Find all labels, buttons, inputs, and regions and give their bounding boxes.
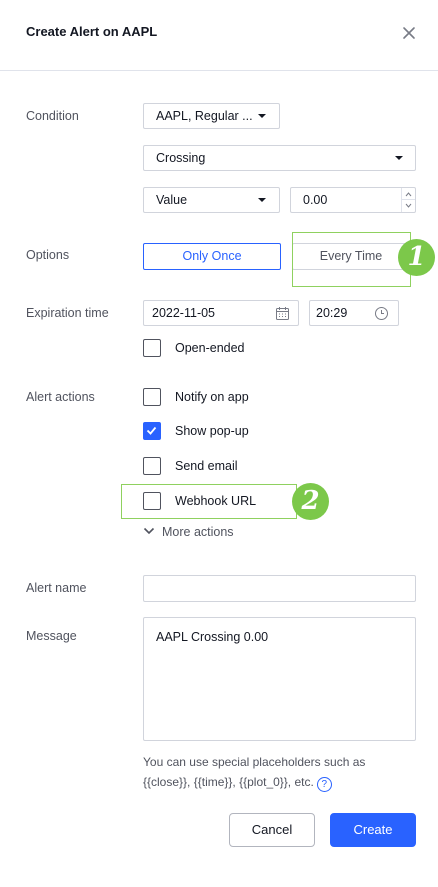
annotation-badge-2: 2 [292, 483, 329, 520]
expiration-label: Expiration time [26, 306, 109, 320]
chevron-down-icon [258, 114, 266, 118]
message-textarea[interactable]: AAPL Crossing 0.00 [143, 617, 416, 741]
condition-operator-select[interactable]: Crossing [143, 145, 416, 171]
help-icon[interactable]: ? [316, 777, 332, 792]
message-value: AAPL Crossing 0.00 [156, 630, 269, 644]
dialog-header: Create Alert on AAPL [0, 0, 438, 71]
target-value-input[interactable]: 0.00 [290, 187, 416, 213]
hint-line-1: You can use special placeholders such as [143, 755, 366, 769]
condition-label: Condition [26, 109, 79, 123]
condition-source-value: AAPL, Regular ... [156, 109, 253, 123]
alert-name-input[interactable] [143, 575, 416, 602]
more-actions-label: More actions [162, 525, 234, 539]
options-label: Options [26, 248, 70, 262]
annotation-badge-1: 1 [398, 239, 435, 276]
close-icon[interactable] [400, 24, 418, 42]
send-email-label: Send email [175, 459, 238, 473]
stepper-down-button[interactable] [402, 200, 415, 212]
create-button[interactable]: Create [330, 813, 416, 847]
condition-operator-value: Crossing [156, 151, 206, 165]
cancel-button[interactable]: Cancel [229, 813, 315, 847]
clock-icon[interactable] [374, 306, 389, 321]
condition-source-select[interactable]: AAPL, Regular ... [143, 103, 280, 129]
placeholder-hint: You can use special placeholders such as… [143, 752, 403, 792]
target-value-text: 0.00 [303, 193, 328, 207]
webhook-url-checkbox[interactable] [143, 492, 161, 510]
target-type-select[interactable]: Value [143, 187, 280, 213]
hint-line-2: {{close}}, {{time}}, {{plot_0}}, etc. [143, 775, 314, 789]
calendar-icon[interactable] [275, 306, 290, 321]
message-label: Message [26, 629, 77, 643]
chevron-down-icon [258, 198, 266, 202]
send-email-checkbox[interactable] [143, 457, 161, 475]
chevron-up-icon [405, 192, 412, 197]
dialog-title: Create Alert on AAPL [26, 24, 158, 39]
expiration-date-value: 2022-11-05 [152, 306, 216, 320]
chevron-down-icon [395, 156, 403, 160]
expiration-date-input[interactable]: 2022-11-05 [143, 300, 299, 326]
more-actions-toggle[interactable]: More actions [143, 525, 234, 539]
only-once-button[interactable]: Only Once [143, 243, 281, 270]
target-type-value: Value [156, 193, 188, 207]
stepper-up-button[interactable] [402, 188, 415, 200]
checkmark-icon [146, 426, 157, 435]
open-ended-checkbox[interactable] [143, 339, 161, 357]
notify-on-app-checkbox[interactable] [143, 388, 161, 406]
alert-name-label: Alert name [26, 581, 87, 595]
open-ended-label: Open-ended [175, 341, 245, 355]
expiration-time-value: 20:29 [316, 306, 348, 320]
show-popup-checkbox[interactable] [143, 422, 161, 440]
expiration-time-input[interactable]: 20:29 [309, 300, 399, 326]
notify-on-app-label: Notify on app [175, 390, 249, 404]
chevron-down-icon [143, 527, 155, 535]
webhook-url-label: Webhook URL [175, 494, 257, 508]
show-popup-label: Show pop-up [175, 424, 249, 438]
number-stepper [401, 188, 415, 212]
alert-actions-label: Alert actions [26, 390, 95, 404]
chevron-down-icon [405, 203, 412, 208]
every-time-button[interactable]: Every Time [292, 243, 410, 270]
